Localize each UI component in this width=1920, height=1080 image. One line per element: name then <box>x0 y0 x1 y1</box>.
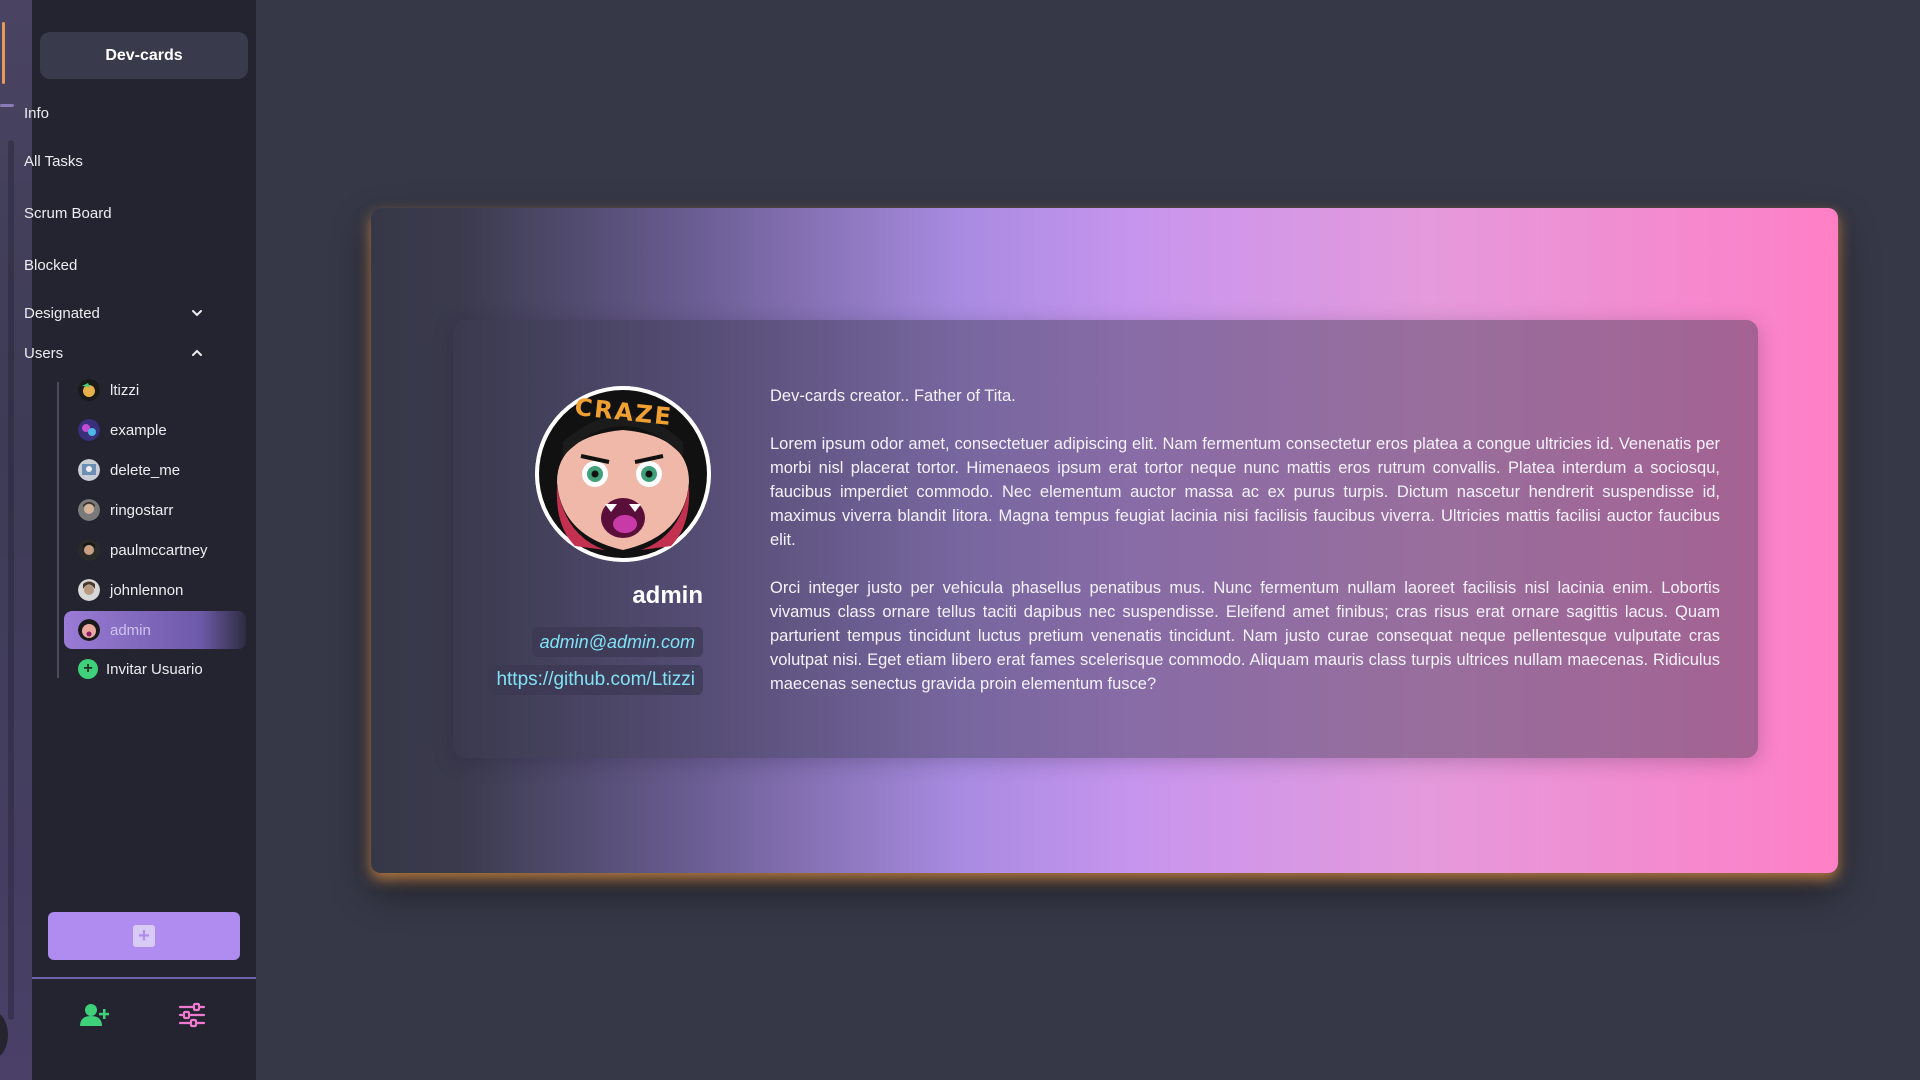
user-name: admin <box>110 621 151 639</box>
avatar <box>78 499 100 521</box>
chevron-down-icon <box>192 310 202 317</box>
chevron-up-icon <box>192 349 202 356</box>
rail-toggle-handle[interactable] <box>0 1012 8 1058</box>
rail-active-indicator <box>2 22 5 84</box>
bio-paragraph: Dev-cards creator.. Father of Tita. <box>770 387 1016 405</box>
profile-email-link[interactable]: admin@admin.com <box>531 627 703 657</box>
bio-paragraph: Orci integer justo per vehicula phasellu… <box>770 579 1720 693</box>
users-tree-line <box>57 382 59 678</box>
avatar <box>78 459 100 481</box>
user-item-example[interactable]: example <box>64 411 246 449</box>
profile-card: CRAZE admin admin@admin.com https://gith… <box>371 208 1838 873</box>
nav-users-label: Users <box>24 344 64 362</box>
add-button[interactable]: + <box>48 912 240 960</box>
profile-bio: Dev-cards creator.. Father of Tita. Lore… <box>770 384 1720 720</box>
user-name: ringostarr <box>110 501 174 519</box>
user-item-johnlennon[interactable]: johnlennon <box>64 571 246 609</box>
nav-designated-label: Designated <box>24 304 100 322</box>
user-name: delete_me <box>110 461 181 479</box>
brand-button[interactable]: Dev-cards <box>40 32 248 79</box>
nav-info[interactable]: Info <box>24 99 214 127</box>
settings-sliders-icon[interactable] <box>177 1002 207 1028</box>
rail-scroll-track <box>8 140 14 1020</box>
user-name: example <box>110 421 167 439</box>
nav-all-tasks-label: All Tasks <box>24 152 83 170</box>
user-item-ltizzi[interactable]: ltizzi <box>64 371 246 409</box>
user-item-paulmccartney[interactable]: paulmccartney <box>64 531 246 569</box>
profile-github-link[interactable]: https://github.com/Ltizzi <box>488 665 703 695</box>
user-item-admin[interactable]: admin <box>64 611 246 649</box>
nav-info-label: Info <box>24 104 50 122</box>
user-item-delete-me[interactable]: delete_me <box>64 451 246 489</box>
invite-user-label: Invitar Usuario <box>106 660 203 678</box>
profile-avatar: CRAZE <box>535 386 711 562</box>
avatar <box>78 539 100 561</box>
avatar <box>78 579 100 601</box>
rail-divider <box>0 104 14 107</box>
add-user-icon[interactable] <box>80 1002 110 1028</box>
nav-all-tasks[interactable]: All Tasks <box>24 147 214 175</box>
nav-blocked[interactable]: Blocked <box>24 251 214 279</box>
invite-user-link[interactable]: + Invitar Usuario <box>78 655 203 683</box>
user-name: johnlennon <box>110 581 184 599</box>
user-item-ringostarr[interactable]: ringostarr <box>64 491 246 529</box>
nav-scrum-board-label: Scrum Board <box>24 204 112 222</box>
user-name: ltizzi <box>110 381 140 399</box>
nav-designated[interactable]: Designated <box>24 299 214 327</box>
avatar <box>78 379 100 401</box>
bio-paragraph: Lorem ipsum odor amet, consectetuer adip… <box>770 435 1720 549</box>
sidebar-footer-divider <box>32 977 256 979</box>
profile-card-body: CRAZE admin admin@admin.com https://gith… <box>453 320 1758 758</box>
nav-blocked-label: Blocked <box>24 256 78 274</box>
plus-square-icon: + <box>133 925 155 947</box>
plus-circle-icon: + <box>78 659 98 679</box>
avatar <box>78 619 100 641</box>
user-name: paulmccartney <box>110 541 208 559</box>
nav-users[interactable]: Users <box>24 339 214 367</box>
nav-scrum-board[interactable]: Scrum Board <box>24 199 214 227</box>
avatar <box>78 419 100 441</box>
profile-username: admin <box>632 582 703 609</box>
